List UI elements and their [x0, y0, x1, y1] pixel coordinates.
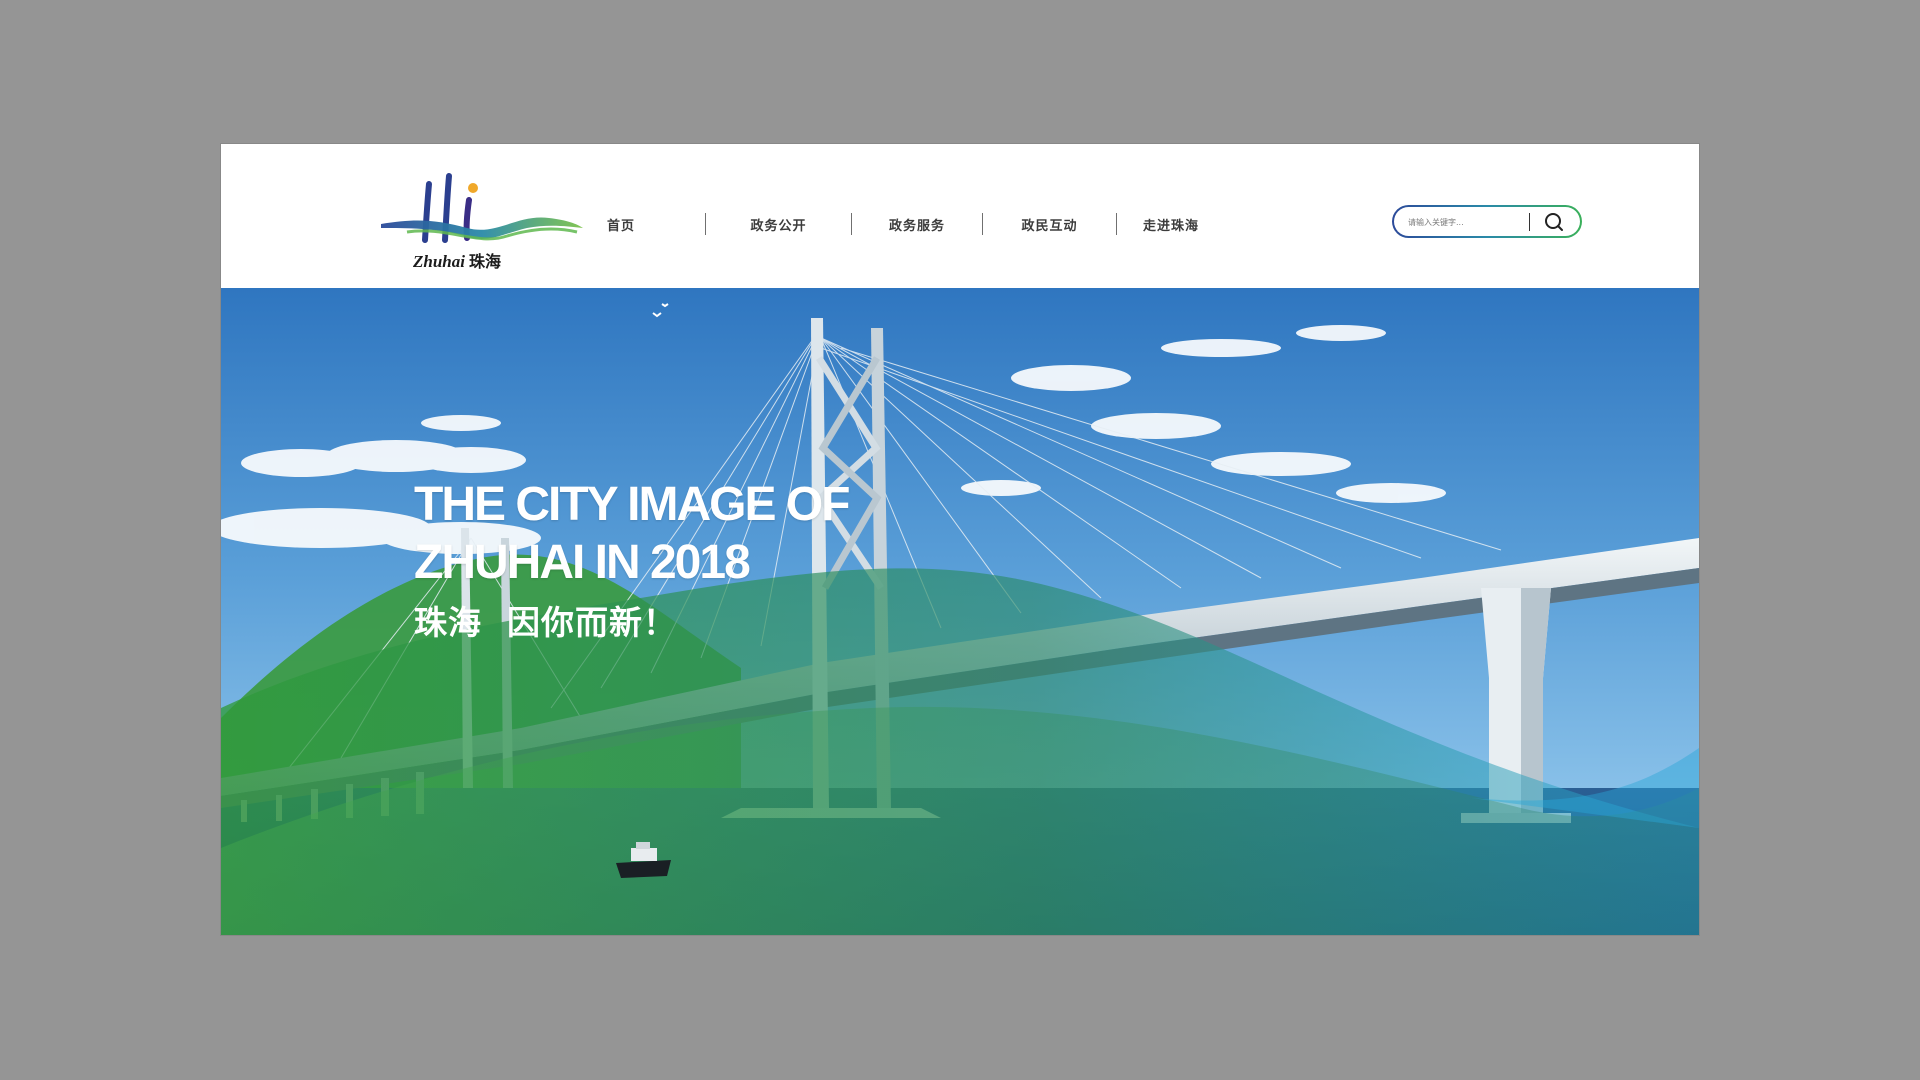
- logo-wordmark-latin: Zhuhai: [413, 252, 465, 271]
- website-mockup: Zhuhai 珠海 首页 政务公开 政务服务 政民互动 走进珠海 请输入关键字.…: [221, 144, 1699, 935]
- search-divider: [1529, 213, 1530, 231]
- search-icon: [1545, 213, 1563, 231]
- site-header: Zhuhai 珠海 首页 政务公开 政务服务 政民互动 走进珠海: [221, 144, 1699, 288]
- logo-wordmark-cn: 珠海: [468, 252, 501, 271]
- hi-logo-mark: [381, 173, 583, 243]
- search-button[interactable]: [1542, 211, 1566, 233]
- hero-headline-line-1: THE CITY IMAGE OF: [414, 478, 850, 531]
- hero-headline-line-2: ZHUHAI IN 2018: [414, 536, 751, 589]
- nav-item-government-services[interactable]: 政务服务: [852, 215, 982, 234]
- search-box: [1392, 205, 1582, 238]
- hero-slogan: 珠海 因你而新！: [414, 603, 677, 642]
- logo-wordmark: Zhuhai 珠海: [413, 248, 501, 272]
- search-input[interactable]: [1406, 213, 1522, 232]
- nav-item-home[interactable]: 首页: [591, 215, 651, 234]
- main-nav: 首页 政务公开 政务服务 政民互动 走进珠海: [591, 204, 1225, 244]
- hero-banner: THE CITY IMAGE OF ZHUHAI IN 2018 珠海 因你而新…: [221, 288, 1699, 935]
- nav-item-government-affairs[interactable]: 政务公开: [706, 215, 851, 234]
- nav-item-public-interaction[interactable]: 政民互动: [983, 215, 1116, 234]
- zhuhai-logo[interactable]: Zhuhai 珠海: [377, 166, 587, 272]
- nav-item-about-zhuhai[interactable]: 走进珠海: [1117, 215, 1225, 234]
- hero-headline: THE CITY IMAGE OF ZHUHAI IN 2018: [414, 476, 850, 592]
